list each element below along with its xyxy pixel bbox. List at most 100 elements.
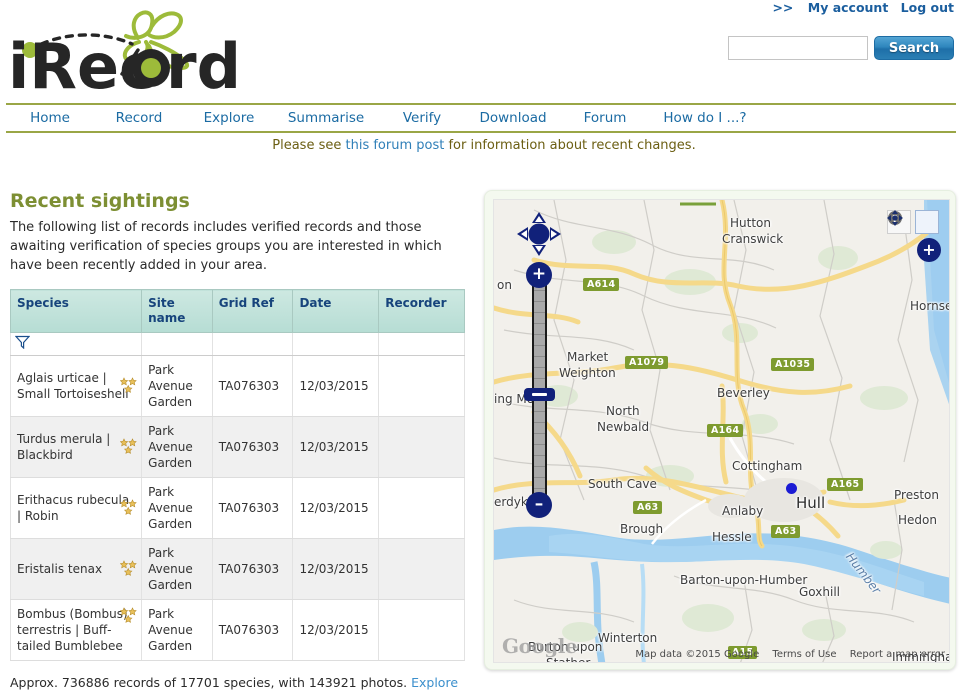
cell-date: 12/03/2015 <box>292 599 380 661</box>
column-header-site-name[interactable]: Site name <box>141 289 213 333</box>
road-shield-a63-west: A63 <box>633 501 663 514</box>
site-search: Search <box>728 36 954 60</box>
cell-date: 12/03/2015 <box>292 538 380 600</box>
nav-item-record[interactable]: Record <box>116 110 163 126</box>
cell-recorder <box>378 355 465 417</box>
table-filter-row <box>9 332 465 356</box>
table-body: Aglais urticae | Small Tortoiseshell Par… <box>9 355 465 661</box>
site-name-text: Park Avenue Garden <box>148 607 193 653</box>
record-location-marker[interactable] <box>786 483 797 494</box>
svg-text:rd: rd <box>166 30 241 102</box>
table-header-row: Species Site name Grid Ref Date Recorder <box>9 289 465 333</box>
map-data-credit: Map data ©2015 Google <box>635 649 760 660</box>
map-zoom-out-button[interactable]: – <box>526 492 552 518</box>
road-shield-a1079: A1079 <box>625 356 669 369</box>
map-zoom-in-button[interactable]: + <box>526 262 552 288</box>
column-header-species[interactable]: Species <box>9 289 143 333</box>
cell-recorder <box>378 599 465 661</box>
cell-grid-ref: TA076303 <box>211 477 294 539</box>
road-shield-a165: A165 <box>827 478 864 491</box>
table-row[interactable]: Erithacus rubecula | Robin Park Avenue G… <box>9 477 465 539</box>
map-add-record-button[interactable]: + <box>917 238 941 262</box>
cell-date: 12/03/2015 <box>292 416 380 478</box>
page-title: Recent sightings <box>10 190 190 212</box>
account-bar: >> My account Log out <box>772 0 954 15</box>
cell-grid-ref: TA076303 <box>211 416 294 478</box>
table-row[interactable]: Turdus merula | Blackbird Park Avenue Ga… <box>9 416 465 478</box>
nav-item-download[interactable]: Download <box>479 110 546 126</box>
filter-cell-recorder[interactable] <box>378 332 465 356</box>
map-tools: ? <box>887 210 939 234</box>
species-group-stars-icon <box>119 438 140 456</box>
record-stats: Approx. 736886 records of 17701 species,… <box>10 675 470 691</box>
nav-item-summarise[interactable]: Summarise <box>288 110 364 126</box>
main-navigation: Home Record Explore Summarise Verify Dow… <box>6 103 956 133</box>
cell-site-name: Park Avenue Garden <box>119 538 213 600</box>
nav-item-home[interactable]: Home <box>30 110 70 126</box>
nav-item-forum[interactable]: Forum <box>584 110 627 126</box>
filter-cell-species[interactable] <box>9 332 143 356</box>
cell-recorder <box>378 477 465 539</box>
cell-site-name: Park Avenue Garden <box>119 355 213 417</box>
log-out-link[interactable]: Log out <box>901 0 954 15</box>
move-icon[interactable] <box>887 210 939 234</box>
nav-item-explore[interactable]: Explore <box>204 110 255 126</box>
my-account-link[interactable]: My account <box>808 0 889 15</box>
nav-item-verify[interactable]: Verify <box>403 110 441 126</box>
site-name-text: Park Avenue Garden <box>148 546 193 592</box>
table-row[interactable]: Bombus (Bombus) terrestris | Buff-tailed… <box>9 599 465 661</box>
table-row[interactable]: Eristalis tenax Park Avenue Garden TA076… <box>9 538 465 600</box>
cell-site-name: Park Avenue Garden <box>119 416 213 478</box>
column-header-date[interactable]: Date <box>292 289 380 333</box>
report-map-error-link[interactable]: Report a map error <box>850 649 945 660</box>
site-name-text: Park Avenue Garden <box>148 485 193 531</box>
map-canvas[interactable]: Hutton Cranswick Market Weighton Beverle… <box>493 199 950 663</box>
cell-grid-ref: TA076303 <box>211 355 294 417</box>
google-logo: Google <box>502 634 578 658</box>
cell-grid-ref: TA076303 <box>211 599 294 661</box>
filter-cell-date[interactable] <box>292 332 380 356</box>
cell-site-name: Park Avenue Garden <box>119 477 213 539</box>
forum-post-link[interactable]: this forum post <box>346 138 445 153</box>
funnel-icon[interactable] <box>14 335 31 352</box>
cell-date: 12/03/2015 <box>292 477 380 539</box>
recent-sightings-panel: Recent sightings The following list of r… <box>9 190 470 691</box>
cell-date: 12/03/2015 <box>292 355 380 417</box>
recent-sightings-table: Species Site name Grid Ref Date Recorder <box>9 289 465 661</box>
stats-text: Approx. 736886 records of 17701 species,… <box>10 675 408 690</box>
cell-site-name: Park Avenue Garden <box>119 599 213 661</box>
site-name-text: Park Avenue Garden <box>148 424 193 470</box>
road-shield-a614: A614 <box>583 278 620 291</box>
column-header-recorder[interactable]: Recorder <box>378 289 465 333</box>
site-name-text: Park Avenue Garden <box>148 363 193 409</box>
road-shield-a1035: A1035 <box>771 358 815 371</box>
account-chevron: >> <box>772 0 794 15</box>
terms-of-use-link[interactable]: Terms of Use <box>772 649 836 660</box>
species-group-stars-icon <box>119 499 140 517</box>
filter-cell-site[interactable] <box>141 332 213 356</box>
map-panel: Hutton Cranswick Market Weighton Beverle… <box>484 190 956 670</box>
search-input[interactable] <box>728 36 868 60</box>
cell-grid-ref: TA076303 <box>211 538 294 600</box>
table-row[interactable]: Aglais urticae | Small Tortoiseshell Par… <box>9 355 465 417</box>
search-button[interactable]: Search <box>874 36 954 60</box>
map-pan-control[interactable] <box>516 211 562 257</box>
cell-recorder <box>378 538 465 600</box>
column-header-grid-ref[interactable]: Grid Ref <box>211 289 294 333</box>
intro-text: The following list of records includes v… <box>10 220 442 273</box>
road-shield-a63-east: A63 <box>771 525 801 538</box>
road-shield-a164: A164 <box>707 424 744 437</box>
notice-suffix: for information about recent changes. <box>444 138 696 153</box>
map-zoom-slider-thumb[interactable] <box>524 388 555 401</box>
cell-recorder <box>378 416 465 478</box>
filter-cell-grid[interactable] <box>211 332 294 356</box>
species-group-stars-icon <box>119 377 140 395</box>
species-group-stars-icon <box>119 560 140 578</box>
site-logo[interactable]: iRec rd <box>6 6 336 102</box>
nav-item-how-do-i[interactable]: How do I ...? <box>663 110 746 126</box>
site-notice: Please see this forum post for informati… <box>0 138 968 153</box>
species-group-stars-icon <box>119 606 140 625</box>
map-attribution: Map data ©2015 Google Terms of Use Repor… <box>635 649 945 660</box>
notice-prefix: Please see <box>272 138 346 153</box>
page-root: >> My account Log out Search iRec rd Hom… <box>0 0 968 691</box>
